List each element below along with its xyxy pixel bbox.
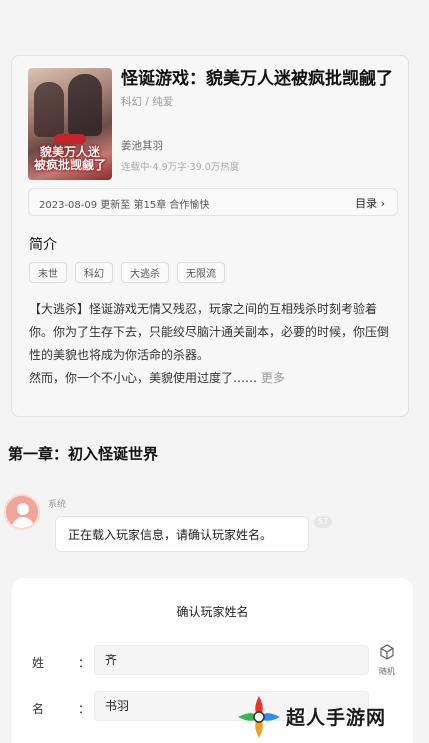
dice-icon bbox=[380, 644, 394, 660]
book-author[interactable]: 姜池其羽 bbox=[121, 138, 163, 153]
surname-field[interactable]: 齐 bbox=[94, 645, 369, 675]
site-watermark: 超人手游网 bbox=[234, 692, 429, 742]
given-name-label: 名 bbox=[32, 702, 45, 716]
book-title: 怪诞游戏：貌美万人迷被疯批觊觎了 bbox=[121, 69, 393, 89]
surname-colon: ： bbox=[78, 656, 91, 670]
form-title: 确认玩家姓名 bbox=[176, 605, 249, 619]
book-stats: 连载中·4.9万字·39.0万热度 bbox=[121, 162, 240, 173]
book-description: 【大逃杀】怪诞游戏无情又残忍，玩家之间的互相残杀时刻考验着你。你为了生存下去，只… bbox=[29, 298, 399, 390]
tag[interactable]: 无限流 bbox=[177, 262, 225, 283]
description-text: 【大逃杀】怪诞游戏无情又残忍，玩家之间的互相残杀时刻考验着你。你为了生存下去，只… bbox=[29, 302, 390, 385]
message-bubble: 正在载入玩家信息，请确认玩家姓名。 bbox=[55, 516, 309, 552]
surname-label: 姓 bbox=[32, 656, 45, 670]
more-button[interactable]: 更多 bbox=[261, 371, 285, 385]
table-of-contents-button[interactable]: 目录 › bbox=[355, 195, 385, 211]
book-card: 貌美万人迷 被疯批觊觎了 怪诞游戏：貌美万人迷被疯批觊觎了 科幻 / 纯爱 姜池… bbox=[11, 55, 409, 417]
avatar-head-icon bbox=[17, 503, 29, 515]
update-bar[interactable]: 2023-08-09 更新至 第15章 合作愉快 目录 › bbox=[28, 188, 398, 216]
book-genre: 科幻 / 纯爱 bbox=[121, 96, 174, 108]
tag[interactable]: 科幻 bbox=[75, 262, 113, 283]
cover-figure-right bbox=[68, 74, 102, 136]
tag[interactable]: 末世 bbox=[29, 262, 67, 283]
tag-list: 末世 科幻 大逃杀 无限流 bbox=[29, 262, 225, 283]
watermark-logo-icon bbox=[238, 696, 280, 738]
random-name-button[interactable]: 随机 bbox=[376, 644, 398, 677]
chapter-title: 第一章：初入怪诞世界 bbox=[8, 445, 159, 463]
cover-figure-left bbox=[34, 82, 64, 137]
watermark-text: 超人手游网 bbox=[286, 707, 387, 729]
intro-heading: 简介 bbox=[29, 237, 57, 253]
random-label: 随机 bbox=[379, 667, 395, 676]
tag[interactable]: 大逃杀 bbox=[121, 262, 169, 283]
cover-badge bbox=[54, 134, 86, 144]
cover-title-text: 貌美万人迷 被疯批觊觎了 bbox=[33, 145, 106, 172]
message-sender: 系统 bbox=[48, 500, 67, 510]
comment-count-badge[interactable]: 57 bbox=[314, 516, 333, 528]
avatar-body-icon bbox=[12, 517, 34, 528]
book-cover[interactable]: 貌美万人迷 被疯批觊觎了 bbox=[28, 68, 112, 180]
given-name-colon: ： bbox=[78, 702, 91, 716]
update-text: 2023-08-09 更新至 第15章 合作愉快 bbox=[39, 200, 210, 211]
system-avatar bbox=[4, 494, 40, 530]
